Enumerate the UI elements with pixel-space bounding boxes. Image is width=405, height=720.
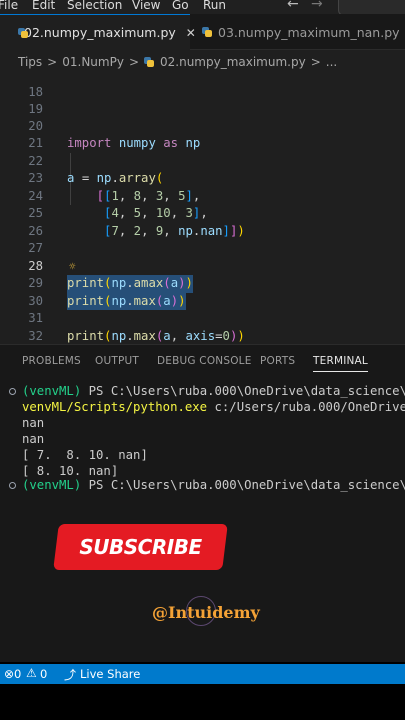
live-share-icon: ⤴	[64, 668, 77, 682]
code-line: 33	[0, 328, 405, 360]
prompt-path: PS C:\Users\ruba.000\OneDrive\data_scien…	[81, 384, 405, 398]
menu-file[interactable]: File	[0, 0, 18, 12]
menu-bar: File Edit Selection View Go Run ← →	[0, 0, 405, 16]
nav-back-icon[interactable]: ←	[287, 0, 299, 12]
code-line: 19	[0, 83, 405, 116]
warning-count[interactable]: 0	[40, 667, 47, 681]
command-status-icon	[9, 388, 16, 395]
code-line: 25 [7, 2, 9, np.nan]])	[0, 188, 405, 238]
subscribe-button[interactable]: SUBSCRIBE	[53, 524, 228, 570]
tab-terminal[interactable]: TERMINAL	[313, 355, 368, 372]
live-share-button[interactable]: Live Share	[80, 667, 140, 681]
code-line: 27 ☼	[0, 223, 405, 273]
python-exe: venvML/Scripts/python.exe	[22, 400, 208, 414]
warning-icon: ⚠	[26, 666, 37, 680]
venv-name: (venvML)	[22, 478, 82, 492]
tab-03-numpy-maximum-nan[interactable]: 03.numpy_maximum_nan.py	[190, 14, 405, 50]
status-bar: ⊗ 0 ⚠ 0 ⤴ Live Share	[0, 664, 405, 684]
terminal-line: (venvML) PS C:\Users\ruba.000\OneDrive\d…	[22, 477, 405, 493]
code-line: 20 import numpy as np	[0, 100, 405, 151]
editor-tab-bar: 02.numpy_maximum.py ✕ 03.numpy_maximum_n…	[0, 14, 405, 50]
terminal-line: venvML/Scripts/python.exe c:/Users/ruba.…	[22, 399, 405, 415]
terminal-output: nan	[22, 416, 45, 430]
code-line: 28 print(np.amax(a))	[0, 240, 405, 293]
code-line: 26	[0, 205, 405, 238]
menu-selection[interactable]: Selection	[67, 0, 122, 12]
venv-name: (venvML)	[22, 384, 82, 398]
menu-view[interactable]: View	[132, 0, 160, 12]
command-status-icon	[9, 482, 16, 489]
tab-output[interactable]: OUTPUT	[95, 355, 139, 367]
menu-edit[interactable]: Edit	[32, 0, 55, 12]
code-line: 22 a = np.array(	[0, 135, 405, 186]
menu-run[interactable]: Run	[203, 0, 226, 12]
code-line: 18	[0, 66, 405, 99]
channel-watermark: @Intuidemy	[152, 603, 260, 622]
error-count[interactable]: 0	[14, 667, 21, 681]
tab-ports[interactable]: PORTS	[260, 355, 295, 367]
code-line: 31 print(np.max(a, axis=0))	[0, 293, 405, 343]
subscribe-label: SUBSCRIBE	[79, 535, 202, 559]
tab-problems[interactable]: PROBLEMS	[22, 355, 81, 367]
tab-label: 03.numpy_maximum_nan.py	[218, 24, 400, 40]
code-line: 21	[0, 118, 405, 150]
video-letterbox	[0, 684, 405, 720]
code-line: 29 print(np.max(a))	[0, 258, 405, 310]
menu-go[interactable]: Go	[172, 0, 189, 12]
tab-label: 02.numpy_maximum.py	[24, 25, 176, 40]
code-line: 23 [[1, 8, 3, 5],	[0, 153, 405, 203]
python-file-icon	[202, 27, 212, 37]
code-line: 32 print(np.amax(a, axis=1))	[0, 310, 405, 361]
terminal-output: [ 7. 8. 10. nan]	[22, 448, 148, 462]
tab-debug-console[interactable]: DEBUG CONSOLE	[157, 355, 252, 367]
error-icon: ⊗	[4, 667, 15, 681]
prompt-path: PS C:\Users\ruba.000\OneDrive\data_scien…	[81, 478, 405, 492]
terminal-line: (venvML) PS C:\Users\ruba.000\OneDrive\d…	[22, 383, 405, 399]
code-editor[interactable]: 18 19 20 import numpy as np 21 22 a = np…	[0, 74, 405, 361]
terminal-output: nan	[22, 432, 45, 446]
nav-forward-icon[interactable]: →	[311, 0, 323, 12]
code-line: 24 [4, 5, 10, 3],	[0, 170, 405, 221]
script-path: c:/Users/ruba.000/OneDrive/d	[207, 400, 405, 414]
tab-02-numpy-maximum[interactable]: 02.numpy_maximum.py ✕	[0, 14, 196, 50]
code-line: 30	[0, 275, 405, 308]
